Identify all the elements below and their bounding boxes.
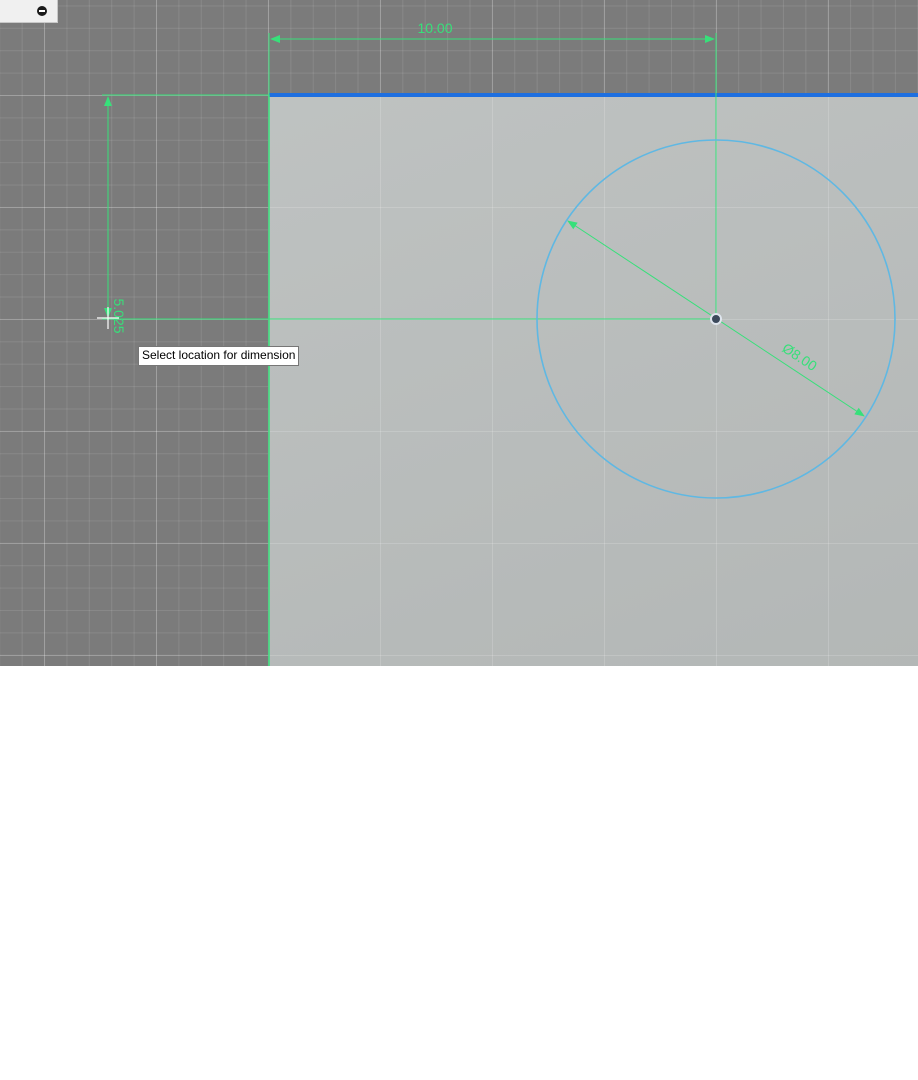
sketch-geometry[interactable]: 10.00 5.025 Ø8.00 <box>0 0 918 666</box>
dimension-tooltip: Select location for dimension <box>138 346 300 366</box>
circle-center-point[interactable] <box>710 313 722 325</box>
minus-circle-icon[interactable] <box>37 6 47 16</box>
vertical-dim-label[interactable]: 5.025 <box>111 298 127 333</box>
browser-panel-corner <box>0 0 58 23</box>
diameter-dim-label[interactable]: Ø8.00 <box>779 340 820 374</box>
canvas-viewport[interactable]: 10.00 5.025 Ø8.00 Select location for di… <box>0 0 918 666</box>
horizontal-dim-label[interactable]: 10.00 <box>417 20 452 36</box>
